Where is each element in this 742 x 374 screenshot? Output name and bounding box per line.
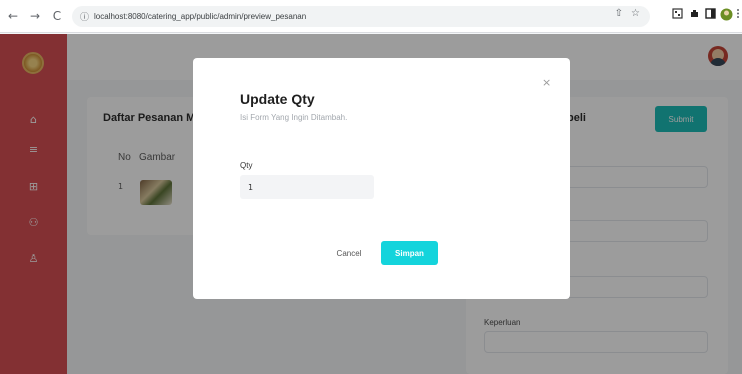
- profile-icon[interactable]: [720, 8, 733, 24]
- share-icon[interactable]: ⇧: [615, 8, 623, 19]
- update-qty-modal: × Update Qty Isi Form Yang Ingin Ditamba…: [193, 58, 570, 299]
- browser-toolbar: ← → C ⓘ localhost:8080/catering_app/publ…: [0, 0, 742, 33]
- sidepanel-icon[interactable]: [705, 8, 716, 22]
- close-icon[interactable]: ×: [542, 76, 551, 89]
- bookmark-star-icon[interactable]: ☆: [631, 8, 640, 19]
- modal-subtitle: Isi Form Yang Ingin Ditambah.: [240, 113, 348, 122]
- extension-icon[interactable]: [672, 8, 683, 22]
- site-info-icon[interactable]: ⓘ: [80, 10, 89, 23]
- cancel-button[interactable]: Cancel: [320, 241, 378, 265]
- address-bar[interactable]: ⓘ localhost:8080/catering_app/public/adm…: [72, 6, 650, 27]
- modal-title: Update Qty: [240, 91, 315, 107]
- reload-icon[interactable]: C: [48, 9, 66, 23]
- url-text[interactable]: localhost:8080/catering_app/public/admin…: [94, 12, 306, 21]
- qty-input[interactable]: [240, 175, 374, 199]
- puzzle-icon[interactable]: [689, 8, 700, 22]
- save-button[interactable]: Simpan: [381, 241, 438, 265]
- qty-label: Qty: [240, 161, 253, 170]
- menu-kebab-icon[interactable]: [736, 8, 740, 22]
- back-icon[interactable]: ←: [4, 9, 22, 23]
- forward-icon[interactable]: →: [26, 9, 44, 23]
